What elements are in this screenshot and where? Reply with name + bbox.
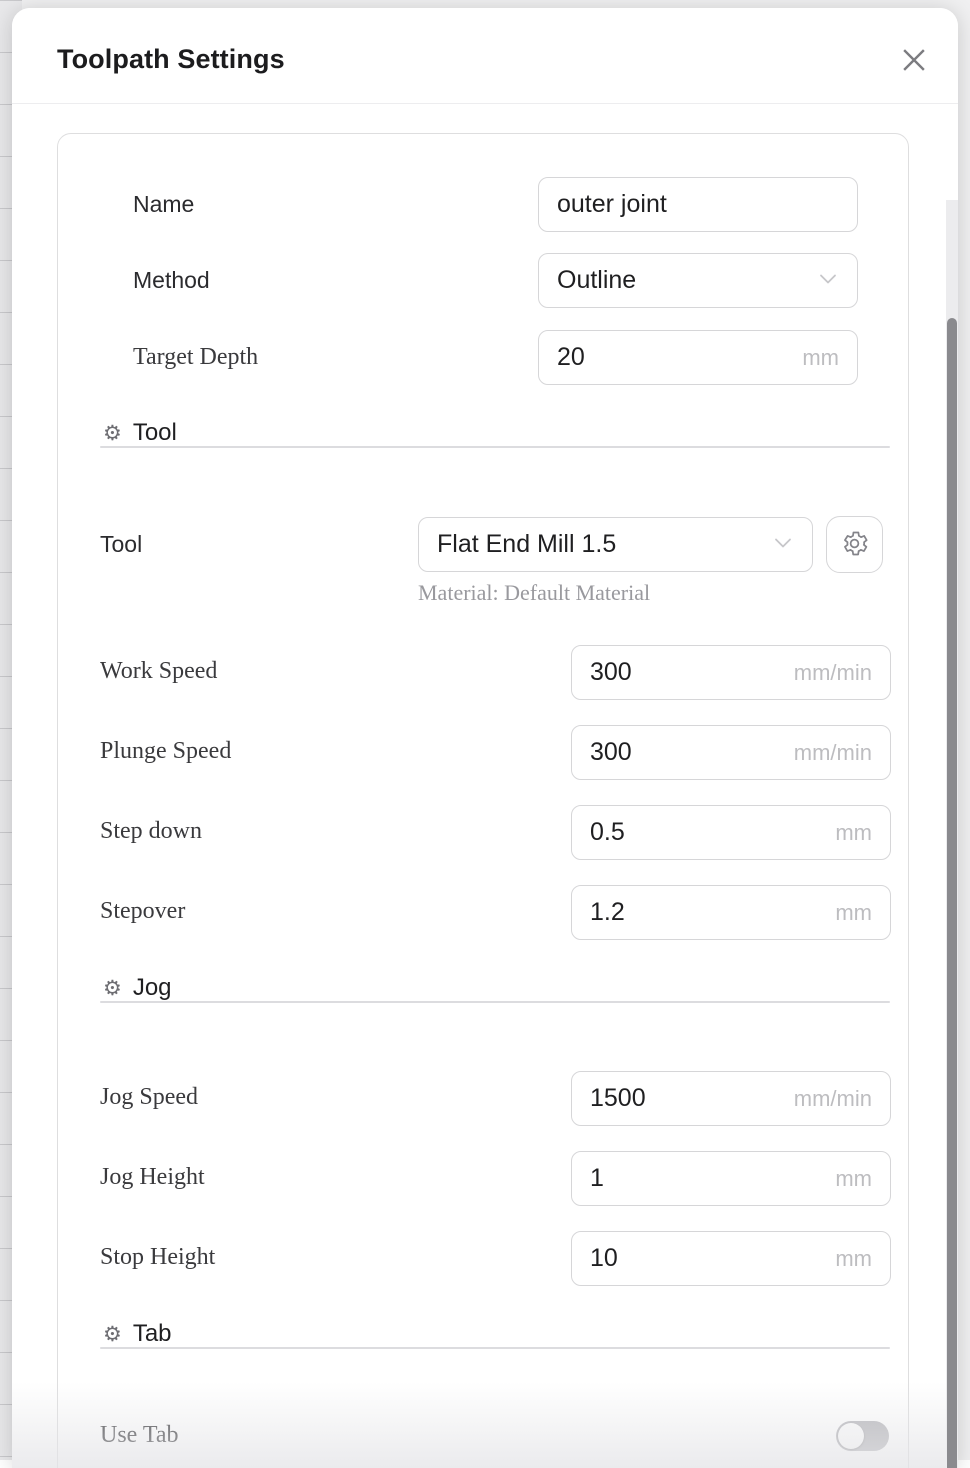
jog-height-value: 1 bbox=[590, 1164, 604, 1193]
row-label-target-depth: Target Depth bbox=[133, 344, 258, 371]
step-down-unit: mm bbox=[835, 820, 872, 846]
section-title-jog: Jog bbox=[133, 974, 172, 1002]
tool-settings-button[interactable] bbox=[826, 516, 883, 573]
section-divider-tool bbox=[100, 446, 890, 448]
row-step-down: Step down 0.5 mm bbox=[58, 805, 910, 861]
row-label-tool: Tool bbox=[100, 531, 142, 558]
row-label-method: Method bbox=[133, 267, 210, 294]
target-depth-input[interactable]: 20 mm bbox=[538, 330, 858, 385]
chevron-down-icon bbox=[770, 529, 796, 560]
stepover-unit: mm bbox=[835, 900, 872, 926]
section-divider-tab bbox=[100, 1347, 890, 1349]
method-select-value: Outline bbox=[557, 266, 636, 295]
dialog-body: Name outer joint Method Outline Tar bbox=[12, 104, 958, 1468]
target-depth-value: 20 bbox=[557, 343, 585, 372]
row-plunge-speed: Plunge Speed 300 mm/min bbox=[58, 725, 910, 781]
row-use-tab: Use Tab bbox=[58, 1409, 910, 1465]
row-jog-speed: Jog Speed 1500 mm/min bbox=[58, 1071, 910, 1127]
row-stop-height: Stop Height 10 mm bbox=[58, 1231, 910, 1287]
plunge-speed-unit: mm/min bbox=[794, 740, 872, 766]
row-target-depth: Target Depth 20 mm bbox=[58, 330, 910, 386]
method-select[interactable]: Outline bbox=[538, 253, 858, 308]
stepover-input[interactable]: 1.2 mm bbox=[571, 885, 891, 940]
row-label-use-tab: Use Tab bbox=[100, 1422, 179, 1449]
stop-height-unit: mm bbox=[835, 1246, 872, 1272]
row-label-stop-height: Stop Height bbox=[100, 1244, 215, 1271]
material-note: Material: Default Material bbox=[418, 580, 650, 606]
stop-height-input[interactable]: 10 mm bbox=[571, 1231, 891, 1286]
work-speed-value: 300 bbox=[590, 658, 632, 687]
stop-height-value: 10 bbox=[590, 1244, 618, 1273]
stepover-value: 1.2 bbox=[590, 898, 625, 927]
gear-icon: ⚙ bbox=[103, 978, 122, 999]
plunge-speed-input[interactable]: 300 mm/min bbox=[571, 725, 891, 780]
tool-select-value: Flat End Mill 1.5 bbox=[437, 530, 616, 559]
jog-speed-input[interactable]: 1500 mm/min bbox=[571, 1071, 891, 1126]
step-down-value: 0.5 bbox=[590, 818, 625, 847]
step-down-input[interactable]: 0.5 mm bbox=[571, 805, 891, 860]
section-header-tab: ⚙ Tab bbox=[103, 1320, 172, 1348]
target-depth-unit: mm bbox=[802, 345, 839, 371]
dialog-header: Toolpath Settings bbox=[12, 8, 958, 104]
section-divider-jog bbox=[100, 1001, 890, 1003]
row-label-name: Name bbox=[133, 191, 194, 218]
row-label-stepover: Stepover bbox=[100, 898, 185, 925]
row-tool: Tool Flat End Mill 1.5 bbox=[58, 517, 910, 573]
row-label-work-speed: Work Speed bbox=[100, 658, 217, 685]
row-stepover: Stepover 1.2 mm bbox=[58, 885, 910, 941]
jog-speed-unit: mm/min bbox=[794, 1086, 872, 1112]
gear-icon: ⚙ bbox=[103, 423, 122, 444]
jog-height-unit: mm bbox=[835, 1166, 872, 1192]
scrollbar-thumb[interactable] bbox=[947, 318, 957, 1468]
section-header-tool: ⚙ Tool bbox=[103, 419, 177, 447]
row-label-jog-speed: Jog Speed bbox=[100, 1084, 198, 1111]
row-name: Name outer joint bbox=[58, 177, 910, 233]
work-speed-unit: mm/min bbox=[794, 660, 872, 686]
row-work-speed: Work Speed 300 mm/min bbox=[58, 645, 910, 701]
row-label-step-down: Step down bbox=[100, 818, 202, 845]
row-label-jog-height: Jog Height bbox=[100, 1164, 205, 1191]
section-title-tab: Tab bbox=[133, 1320, 172, 1348]
page-title: Toolpath Settings bbox=[57, 44, 285, 75]
scrollbar-track[interactable] bbox=[946, 200, 958, 1468]
name-input[interactable]: outer joint bbox=[538, 177, 858, 232]
jog-height-input[interactable]: 1 mm bbox=[571, 1151, 891, 1206]
row-jog-height: Jog Height 1 mm bbox=[58, 1151, 910, 1207]
name-input-value: outer joint bbox=[557, 190, 667, 219]
close-button[interactable] bbox=[892, 38, 936, 82]
section-title-tool: Tool bbox=[133, 419, 177, 447]
gear-icon bbox=[839, 528, 870, 562]
jog-speed-value: 1500 bbox=[590, 1084, 646, 1113]
section-header-jog: ⚙ Jog bbox=[103, 974, 172, 1002]
tool-select[interactable]: Flat End Mill 1.5 bbox=[418, 517, 813, 572]
toolpath-settings-dialog: Toolpath Settings Name outer joint Metho… bbox=[12, 8, 958, 1468]
row-label-plunge-speed: Plunge Speed bbox=[100, 738, 231, 765]
plunge-speed-value: 300 bbox=[590, 738, 632, 767]
toggle-knob bbox=[838, 1423, 864, 1449]
close-icon bbox=[899, 45, 929, 75]
settings-card: Name outer joint Method Outline Tar bbox=[57, 133, 909, 1468]
row-method: Method Outline bbox=[58, 253, 910, 309]
gear-icon: ⚙ bbox=[103, 1324, 122, 1345]
work-speed-input[interactable]: 300 mm/min bbox=[571, 645, 891, 700]
chevron-down-icon bbox=[815, 265, 841, 296]
use-tab-toggle[interactable] bbox=[836, 1421, 889, 1451]
